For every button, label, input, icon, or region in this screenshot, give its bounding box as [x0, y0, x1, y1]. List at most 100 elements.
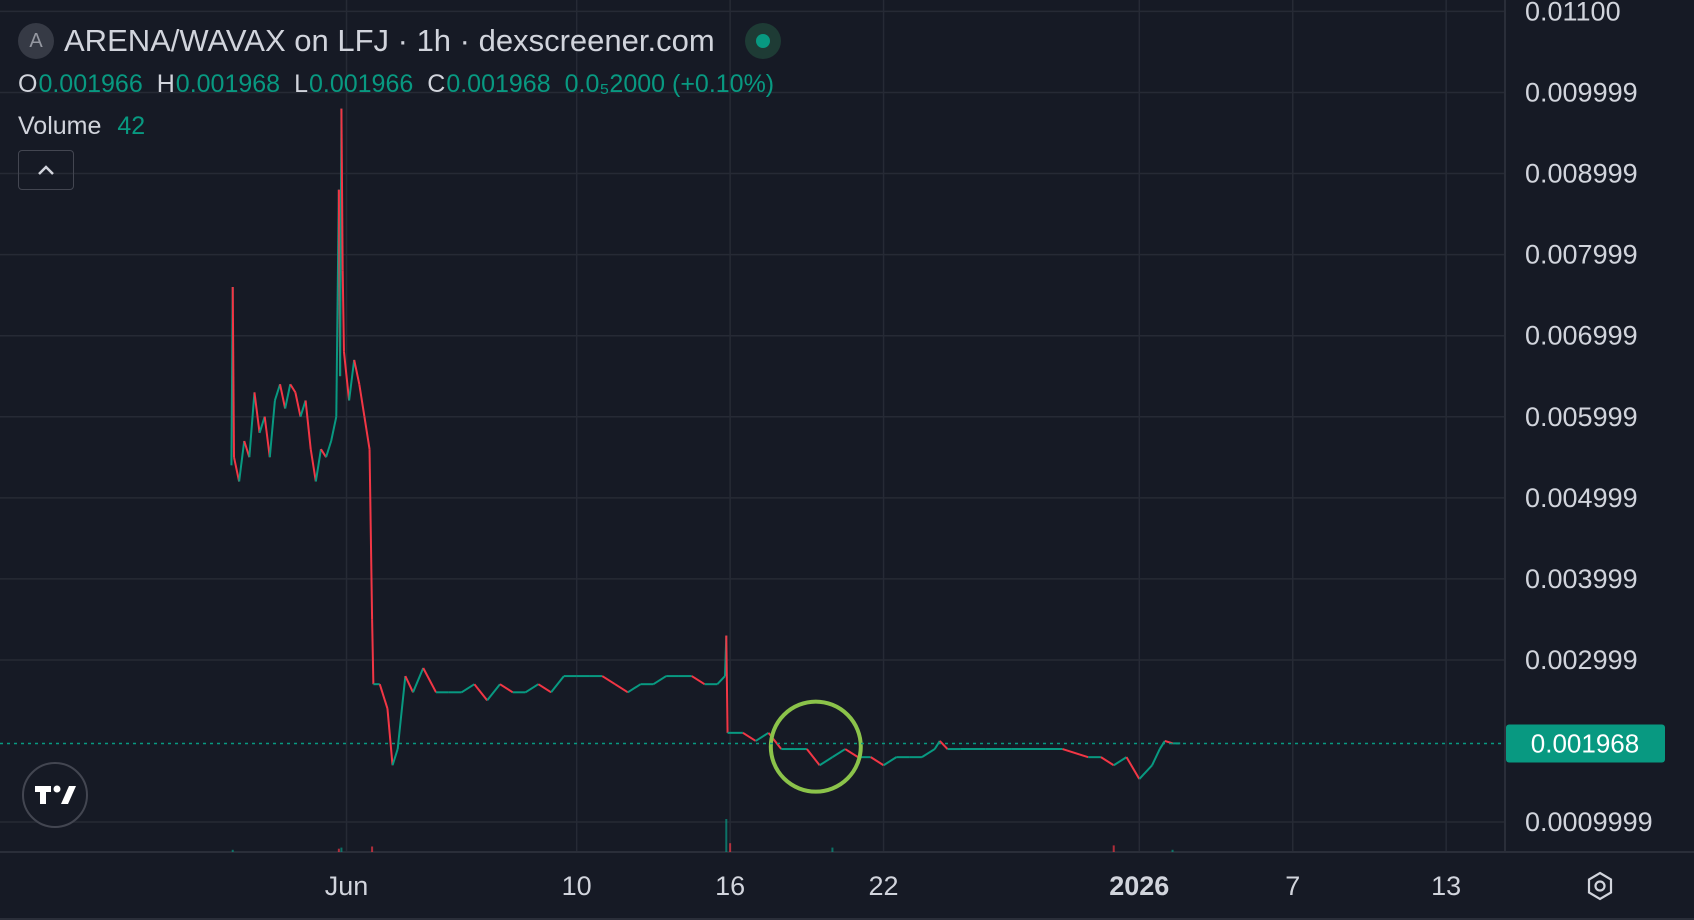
time-tick-label: 10	[562, 871, 592, 901]
change-value: 0.0₅2000 (+0.10%)	[564, 69, 775, 98]
price-segment	[412, 667, 425, 693]
price-segment	[358, 384, 366, 417]
price-segment	[314, 448, 322, 482]
chart-legend: A ARENA/WAVAX on LFJ · 1h · dexscreener.…	[18, 18, 788, 146]
volume-bar	[231, 849, 234, 852]
price-segment	[1125, 756, 1141, 780]
low-value: 0.001966	[308, 69, 414, 98]
price-tick-label: 0.008999	[1525, 159, 1638, 189]
price-segment	[1100, 756, 1115, 767]
volume-label: Volume	[18, 111, 102, 140]
price-segment	[341, 270, 345, 352]
price-segment	[391, 748, 399, 766]
collapse-legend-button[interactable]	[18, 150, 74, 190]
price-segment	[386, 708, 394, 766]
price-tick-label: 0.002999	[1525, 645, 1638, 675]
chevron-up-icon	[38, 165, 54, 175]
settings-button[interactable]	[1580, 866, 1620, 906]
price-segment	[1151, 748, 1161, 766]
volume-bar	[371, 846, 374, 852]
price-segment	[273, 383, 281, 401]
price-segment	[537, 683, 552, 694]
price-segment	[238, 440, 246, 482]
highlight-circle	[768, 699, 863, 794]
price-segment	[499, 683, 514, 694]
tradingview-mark	[35, 785, 76, 804]
high-label: H	[156, 69, 175, 98]
price-tick-label: 0.0009999	[1525, 807, 1653, 837]
price-tick-label: 0.003999	[1525, 564, 1638, 594]
price-segment	[461, 683, 475, 694]
symbol-title-row: A ARENA/WAVAX on LFJ · 1h · dexscreener.…	[18, 18, 788, 64]
price-segment	[1113, 756, 1128, 767]
price-segment	[716, 675, 726, 685]
price-series	[230, 108, 1181, 780]
price-segment	[601, 675, 616, 686]
price-segment	[363, 416, 371, 450]
price-segment	[627, 683, 642, 694]
price-segment	[325, 440, 333, 458]
price-segment	[550, 675, 565, 693]
price-segment	[371, 619, 375, 685]
time-tick-label: Jun	[325, 871, 369, 901]
price-tick-label: 0.009999	[1525, 77, 1638, 107]
price-segment	[320, 448, 327, 458]
price-segment	[806, 748, 821, 766]
time-tick-label: 16	[715, 871, 745, 901]
price-segment	[1138, 764, 1153, 780]
price-segment	[289, 383, 297, 393]
price-segment	[939, 740, 949, 750]
price-segment	[378, 683, 389, 709]
price-segment	[831, 748, 846, 758]
price-tick-label: 0.01100	[1525, 0, 1621, 26]
volume-bar	[831, 847, 834, 852]
low-label: L	[294, 69, 308, 98]
price-segment	[368, 449, 374, 620]
price-segment	[231, 286, 235, 458]
price-segment	[691, 675, 706, 686]
close-value: 0.001968	[446, 69, 551, 98]
price-segment	[248, 392, 256, 458]
price-segment	[253, 392, 261, 434]
time-tick-label: 2026	[1109, 871, 1169, 901]
price-segment	[422, 667, 437, 693]
volume-bar	[340, 847, 343, 852]
open-value: 0.001966	[38, 69, 143, 98]
price-segment	[755, 731, 770, 742]
ohlc-row: O 0.001966 H 0.001968 L 0.001966 C 0.001…	[18, 66, 788, 102]
price-segment	[870, 756, 885, 767]
price-segment	[348, 359, 356, 401]
price-segment	[819, 756, 833, 767]
price-segment	[883, 756, 897, 767]
volume-legend-row: Volume 42	[18, 106, 788, 146]
tradingview-logo-icon[interactable]	[22, 762, 88, 828]
price-segment	[258, 416, 266, 434]
price-segment	[396, 675, 407, 750]
close-label: C	[427, 69, 446, 98]
price-tick-label: 0.005999	[1525, 402, 1638, 432]
price-segment	[309, 448, 317, 482]
live-status-dot-icon	[755, 34, 770, 48]
price-segment	[284, 384, 292, 409]
price-segment	[304, 400, 312, 450]
time-tick-label: 22	[869, 871, 899, 901]
open-label: O	[18, 69, 38, 98]
price-segment	[473, 683, 488, 702]
volume-bar	[725, 819, 728, 852]
symbol-logo[interactable]: A	[18, 23, 54, 59]
price-segment	[524, 683, 539, 694]
price-segment	[1062, 748, 1089, 759]
price-segment	[844, 748, 859, 758]
price-segment	[933, 740, 941, 750]
price-axis: 0.01100 0.009999 0.008999 0.007999 0.006999 0…	[1525, 0, 1653, 837]
time-axis: Jun 10 16 22 2026 7 13	[325, 871, 1461, 901]
time-tick-label: 7	[1285, 871, 1300, 901]
price-segment	[614, 683, 629, 694]
volume-bars	[231, 819, 1174, 852]
price-tick-label: 0.007999	[1525, 240, 1638, 270]
price-segment	[1158, 740, 1166, 750]
price-segment	[921, 748, 936, 758]
price-segment	[279, 384, 287, 409]
gear-icon	[1587, 871, 1613, 901]
price-segment	[233, 457, 241, 482]
